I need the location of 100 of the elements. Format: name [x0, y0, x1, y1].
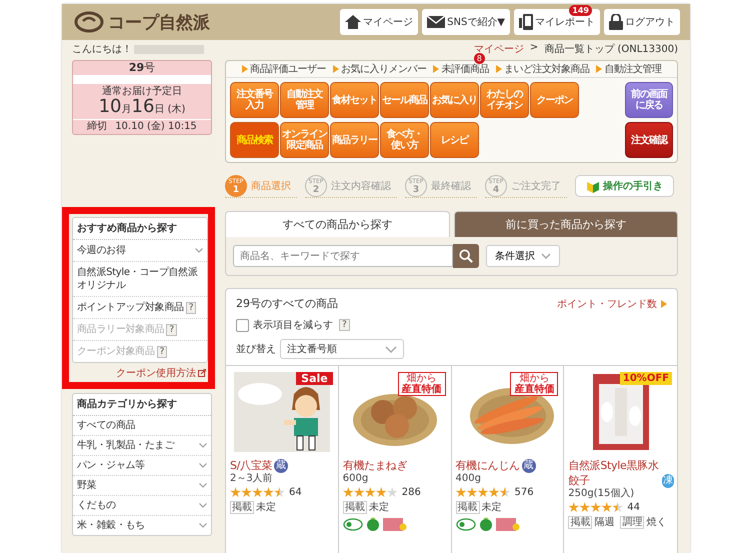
action-button[interactable]: 注文確認 — [625, 122, 673, 158]
product-size: 2～3人前 — [230, 473, 274, 485]
header-button[interactable]: ログアウト — [604, 9, 680, 35]
tag-value: 未定 — [482, 500, 502, 514]
review-count: 286 — [402, 487, 421, 498]
product-size: 400g — [456, 473, 482, 485]
tag-value: 未定 — [256, 500, 276, 514]
filter-dropdown[interactable]: 条件選択 — [486, 245, 560, 267]
category-item[interactable]: くだもの — [73, 496, 211, 516]
tag-label: 掲載 — [342, 500, 367, 514]
promo-badge: Sale — [296, 372, 333, 385]
tab[interactable]: 前に買った商品から探す — [454, 211, 678, 237]
tag-label: 掲載 — [230, 500, 254, 514]
sort-label: 並び替え — [236, 342, 276, 356]
quick-link[interactable]: 自動注文管理 — [604, 62, 662, 76]
sort-dropdown[interactable]: 注文番号順 — [280, 339, 404, 359]
leaf-mark-icon — [478, 517, 492, 531]
chevron-icon — [385, 346, 397, 352]
menu-item[interactable]: 自然派Style・コープ自然派オリジナル — [73, 262, 207, 297]
product-size: 250g(15個入) — [568, 488, 636, 500]
points-link[interactable]: ポイント・フレンド数 — [557, 296, 657, 310]
quick-link[interactable]: 商品評価ユーザー — [250, 62, 326, 76]
triangle-icon — [332, 65, 339, 73]
category-item[interactable]: すべての商品 — [73, 416, 211, 436]
quick-link[interactable]: お気に入りメンバー — [340, 62, 426, 76]
organic-mark-icon — [342, 518, 363, 530]
chevron-icon — [541, 253, 551, 259]
search-field[interactable]: 商品名、キーワードで探す — [233, 245, 453, 267]
checkbox[interactable] — [236, 318, 249, 332]
search-button[interactable] — [453, 244, 479, 268]
menu-item[interactable]: ポイントアップ対象商品 ? — [73, 297, 207, 319]
quick-link[interactable]: まいど注文対象商品 — [504, 62, 590, 76]
triangle-icon — [433, 65, 440, 73]
delivery-caption: 通常お届け予定日 — [101, 86, 183, 98]
deadline-time: 10.10 (金) 10:15 — [115, 121, 197, 133]
tag-label: 掲載 — [568, 516, 592, 528]
chevron-icon — [199, 483, 207, 488]
review-count: 576 — [514, 487, 534, 498]
tag-label: 掲載 — [456, 500, 480, 514]
quick-link[interactable]: 未評価商品 — [441, 62, 489, 76]
step-label: 商品選択 — [251, 180, 291, 192]
product-name[interactable]: 自然派Style黒豚水餃子 — [568, 458, 660, 488]
leaf-icon — [586, 179, 600, 193]
header-button[interactable]: マイページ — [340, 9, 418, 35]
lock-icon — [609, 14, 623, 30]
bee-mark-icon — [382, 518, 407, 530]
logo-text: コープ自然派 — [108, 12, 210, 34]
tag-value: 焼く — [646, 516, 666, 529]
help-icon[interactable]: ? — [339, 319, 350, 331]
triangle-icon — [496, 65, 502, 73]
blurred-name — [134, 44, 204, 54]
step-label: 注文内容確認 — [331, 180, 391, 192]
category-item[interactable]: 牛乳・乳製品・たまご — [73, 436, 211, 456]
breadcrumb-link[interactable]: マイページ — [474, 42, 524, 56]
storage-mark: 蔵 — [274, 459, 288, 473]
header-button[interactable]: SNSで紹介▼ — [422, 9, 510, 35]
deadline-label: 締切 — [87, 121, 108, 133]
house-icon — [345, 15, 362, 29]
promo-badge: 10%OFF — [620, 372, 672, 385]
review-count: 44 — [627, 502, 640, 513]
triangle-icon — [596, 65, 602, 73]
category-item[interactable]: 米・雑穀・もち — [73, 516, 211, 535]
organic-mark-icon — [456, 518, 476, 530]
guide-button[interactable]: 操作の手引き — [575, 175, 674, 197]
count-badge: 8 — [474, 53, 485, 64]
tag-label: 調理 — [620, 516, 644, 528]
product-name[interactable]: 有機たまねぎ — [342, 458, 407, 473]
section-title: おすすめ商品から探す — [73, 218, 207, 240]
storage-mark: 蔵 — [522, 459, 536, 473]
search-icon — [459, 248, 473, 264]
greeting-text: こんにちは！ — [72, 43, 132, 56]
leaf-mark-icon — [366, 517, 380, 531]
promo-badge: 畑から 産直特価 — [510, 372, 558, 396]
breadcrumb-current: 商品一覧トップ (ONL13300) — [544, 42, 678, 56]
product-name[interactable]: 有機にんじん — [456, 458, 520, 473]
issue-number: 29号 — [128, 61, 156, 75]
tag-value: 隔週 — [594, 516, 614, 529]
product-name[interactable]: S/八宝菜 — [230, 458, 272, 473]
checkbox-label: 表示項目を減らす — [253, 318, 333, 332]
step-label: 最終確認 — [431, 180, 471, 192]
delivery-date: 10月 16 日 (木) — [98, 98, 186, 119]
step-label: ご注文完了 — [511, 180, 561, 192]
menu-item[interactable]: 今週のお得 — [73, 240, 207, 262]
product-size: 600g — [342, 473, 370, 485]
external-link-icon — [198, 369, 206, 377]
coupon-link[interactable]: クーポン使用方法 — [116, 366, 196, 380]
breadcrumb-separator: > — [530, 42, 538, 55]
chevron-icon — [199, 443, 207, 448]
tab[interactable]: すべての商品から探す — [225, 211, 450, 237]
action-button[interactable]: 前の画面 に戻る — [625, 82, 673, 118]
category-item[interactable]: 野菜 — [73, 476, 211, 496]
panel-title: 29号のすべての商品 — [236, 296, 339, 311]
count-badge: 149 — [569, 5, 592, 16]
category-item[interactable]: パン・ジャム等 — [73, 456, 211, 476]
bee-mark-icon — [496, 518, 520, 530]
chevron-icon — [199, 463, 207, 468]
promo-badge: 畑から 産直特価 — [398, 372, 446, 396]
storage-mark: 凍 — [662, 474, 674, 488]
section-title: 商品カテゴリから探す — [73, 394, 211, 416]
chevron-icon — [199, 523, 207, 528]
